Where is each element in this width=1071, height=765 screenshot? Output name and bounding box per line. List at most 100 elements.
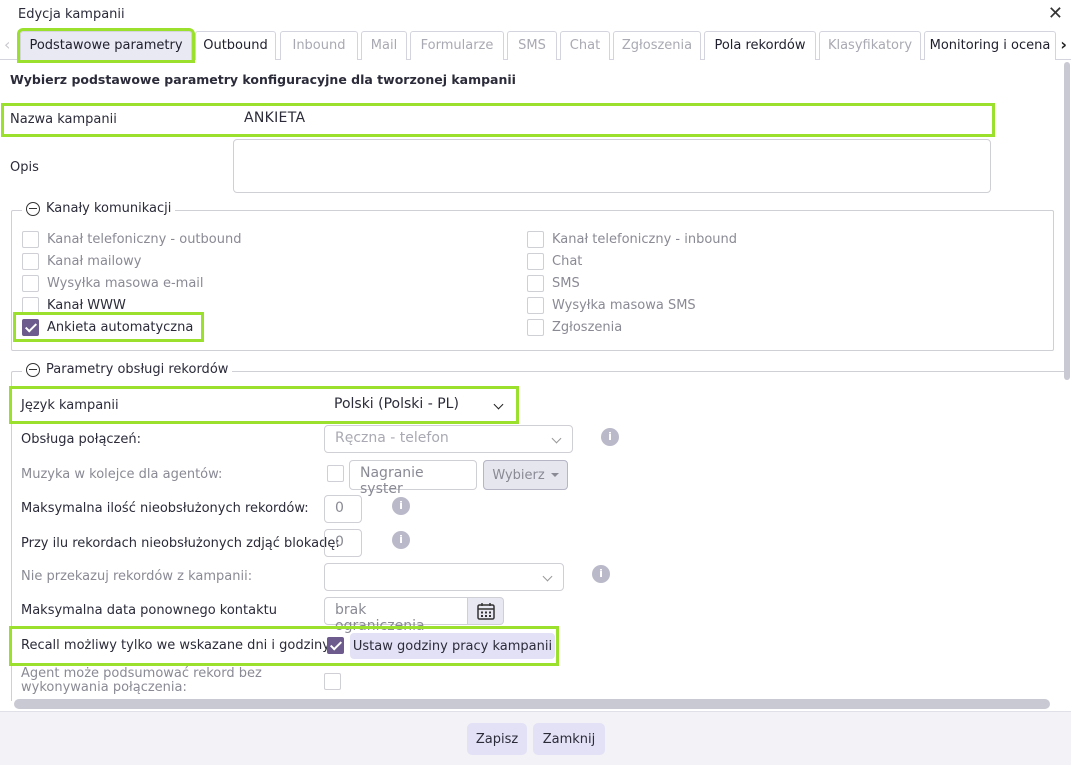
channels-fieldset: Kanały komunikacji Kanał telefoniczny - … bbox=[11, 201, 1054, 351]
channel-label: Kanał telefoniczny - inbound bbox=[552, 231, 738, 247]
max-date-input[interactable]: brak ograniczenia bbox=[324, 597, 468, 634]
channel-label: Chat bbox=[552, 253, 583, 269]
tab-pola-rekordow[interactable]: Pola rekordów bbox=[704, 31, 816, 60]
close-icon[interactable]: ✕ bbox=[1048, 3, 1063, 24]
channel-label: Ankieta automatyczna bbox=[47, 319, 194, 335]
language-select[interactable]: Polski (Polski - PL) bbox=[324, 392, 514, 420]
dialog-title: Edycja kampanii bbox=[18, 7, 125, 22]
calendar-button[interactable] bbox=[468, 597, 504, 625]
info-icon[interactable]: i bbox=[601, 428, 619, 446]
checkbox[interactable] bbox=[527, 230, 544, 248]
tab-zgloszenia[interactable]: Zgłoszenia bbox=[613, 31, 701, 60]
checkbox[interactable] bbox=[22, 296, 39, 314]
checkbox-checked[interactable] bbox=[22, 318, 39, 336]
intro-text: Wybierz podstawowe parametry konfiguracy… bbox=[10, 72, 516, 87]
channel-phone-outbound[interactable]: Kanał telefoniczny - outbound bbox=[22, 228, 241, 250]
choose-music-label: Wybierz bbox=[492, 467, 545, 483]
checkbox[interactable] bbox=[527, 318, 544, 336]
channel-label: Kanał WWW bbox=[47, 297, 126, 313]
tab-klasyfikatory[interactable]: Klasyfikatory bbox=[819, 31, 921, 60]
checkbox[interactable] bbox=[527, 252, 544, 270]
queue-music-input[interactable]: Nagranie syster bbox=[349, 460, 477, 497]
channel-sms[interactable]: SMS bbox=[527, 272, 580, 294]
choose-music-button[interactable]: Wybierz bbox=[483, 460, 568, 490]
tab-outbound[interactable]: Outbound bbox=[195, 31, 276, 60]
checkbox[interactable] bbox=[527, 296, 544, 314]
collapse-icon[interactable] bbox=[26, 362, 40, 377]
call-handling-value: Ręczna - telefon bbox=[335, 430, 449, 446]
description-label: Opis bbox=[10, 160, 39, 175]
vertical-scrollbar[interactable] bbox=[1064, 62, 1070, 380]
language-value: Polski (Polski - PL) bbox=[334, 396, 459, 412]
campaign-name-input[interactable]: ANKIETA bbox=[244, 110, 305, 126]
channels-legend-label: Kanały komunikacji bbox=[46, 201, 172, 216]
max-date-label: Maksymalna data ponownego kontaktu bbox=[21, 603, 277, 618]
channel-mass-email[interactable]: Wysyłka masowa e-mail bbox=[22, 272, 204, 294]
max-unhandled-label: Maksymalna ilość nieobsłużonych rekordów… bbox=[21, 501, 309, 516]
collapse-icon[interactable] bbox=[26, 201, 40, 216]
channel-label: Zgłoszenia bbox=[552, 319, 623, 335]
call-handling-label: Obsługa połączeń: bbox=[21, 432, 141, 447]
channel-label: Wysyłka masowa e-mail bbox=[47, 275, 204, 291]
save-button[interactable]: Zapisz bbox=[467, 723, 527, 755]
caret-down-icon bbox=[550, 473, 559, 477]
channel-phone-inbound[interactable]: Kanał telefoniczny - inbound bbox=[527, 228, 737, 250]
agent-summary-label: Agent może podsumować rekord bez wykonyw… bbox=[21, 666, 262, 695]
checkbox[interactable] bbox=[22, 274, 39, 292]
unblock-at-input[interactable]: 0 bbox=[324, 529, 362, 557]
recall-label: Recall możliwy tylko we wskazane dni i g… bbox=[21, 638, 334, 653]
channel-auto-survey[interactable]: Ankieta automatyczna bbox=[12, 312, 205, 342]
channel-tickets[interactable]: Zgłoszenia bbox=[527, 316, 622, 338]
campaign-name-row: Nazwa kampanii ANKIETA bbox=[1, 103, 995, 137]
tab-formularze[interactable]: Formularze bbox=[410, 31, 504, 60]
info-icon[interactable]: i bbox=[392, 497, 410, 515]
dialog-titlebar: Edycja kampanii ✕ bbox=[0, 0, 1071, 30]
channels-legend[interactable]: Kanały komunikacji bbox=[22, 201, 176, 216]
language-label: Język kampanii bbox=[21, 398, 119, 413]
dialog-footer: Zapisz Zamknij bbox=[0, 711, 1071, 765]
channel-www[interactable]: Kanał WWW bbox=[22, 294, 126, 316]
channel-label: Wysyłka masowa SMS bbox=[552, 297, 696, 313]
info-icon[interactable]: i bbox=[592, 565, 610, 583]
channel-mass-sms[interactable]: Wysyłka masowa SMS bbox=[527, 294, 696, 316]
campaign-name-label: Nazwa kampanii bbox=[10, 112, 117, 127]
chevron-down-icon bbox=[493, 399, 504, 410]
checkbox[interactable] bbox=[527, 274, 544, 292]
calendar-icon bbox=[477, 603, 495, 620]
max-unhandled-input[interactable]: 0 bbox=[324, 495, 362, 523]
tab-inbound[interactable]: Inbound bbox=[280, 31, 358, 60]
tab-sms[interactable]: SMS bbox=[507, 31, 557, 60]
info-icon[interactable]: i bbox=[392, 531, 410, 549]
horizontal-scrollbar[interactable] bbox=[14, 699, 1050, 709]
recall-checkbox[interactable] bbox=[327, 637, 344, 654]
tab-podstawowe-parametry[interactable]: Podstawowe parametry bbox=[17, 28, 195, 63]
channel-mail[interactable]: Kanał mailowy bbox=[22, 250, 141, 272]
no-transfer-select[interactable] bbox=[324, 563, 564, 591]
no-transfer-label: Nie przekazuj rekordów z kampanii: bbox=[21, 569, 253, 584]
unblock-at-label: Przy ilu rekordach nieobsłużonych zdjąć … bbox=[21, 536, 340, 551]
chevron-down-icon bbox=[551, 433, 562, 444]
tab-scroll-left-icon[interactable]: ‹ bbox=[4, 35, 10, 54]
channel-label: Kanał telefoniczny - outbound bbox=[47, 231, 242, 247]
tab-chat[interactable]: Chat bbox=[560, 31, 610, 60]
queue-music-checkbox[interactable] bbox=[327, 465, 344, 482]
checkbox[interactable] bbox=[22, 252, 39, 270]
chevron-down-icon bbox=[542, 571, 553, 582]
params-legend-label: Parametry obsługi rekordów bbox=[46, 362, 229, 377]
tab-bar: ‹ Podstawowe parametry Outbound Inbound … bbox=[0, 28, 1071, 63]
close-button[interactable]: Zamknij bbox=[533, 723, 605, 755]
channel-label: Kanał mailowy bbox=[47, 253, 142, 269]
call-handling-select[interactable]: Ręczna - telefon bbox=[324, 425, 573, 453]
queue-music-label: Muzyka w kolejce dla agentów: bbox=[21, 467, 223, 482]
channel-label: SMS bbox=[552, 275, 580, 291]
params-legend[interactable]: Parametry obsługi rekordów bbox=[22, 362, 233, 377]
tab-monitoring-i-ocena[interactable]: Monitoring i ocena bbox=[924, 31, 1056, 60]
channel-chat[interactable]: Chat bbox=[527, 250, 582, 272]
tab-mail[interactable]: Mail bbox=[361, 31, 407, 60]
checkbox[interactable] bbox=[22, 230, 39, 248]
tab-content: Wybierz podstawowe parametry konfiguracy… bbox=[0, 61, 1064, 701]
tab-scroll-right-icon[interactable]: › bbox=[1060, 35, 1067, 54]
agent-summary-checkbox[interactable] bbox=[324, 673, 341, 690]
description-textarea[interactable] bbox=[233, 139, 991, 193]
set-campaign-hours-button[interactable]: Ustaw godziny pracy kampanii bbox=[350, 633, 555, 659]
